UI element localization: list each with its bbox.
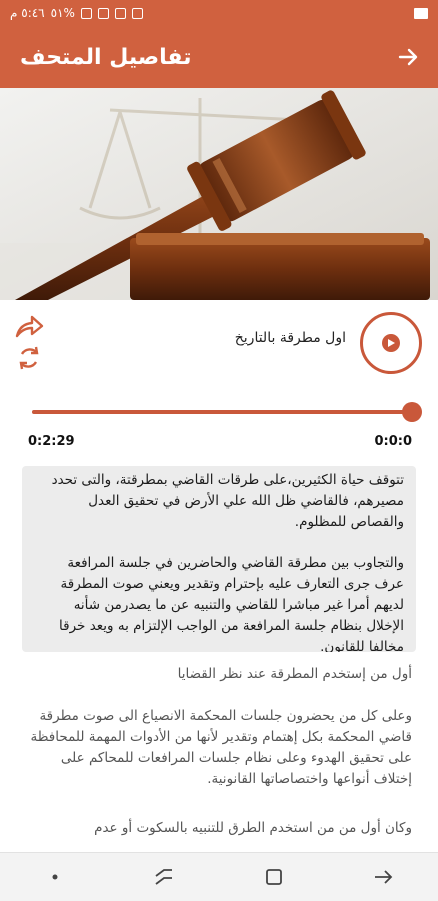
repeat-icon[interactable] bbox=[14, 344, 44, 372]
nav-dot-icon[interactable] bbox=[42, 864, 68, 890]
recent-apps-icon[interactable] bbox=[151, 864, 177, 890]
status-left: ٥:٤٦ م ٥١% bbox=[10, 6, 143, 20]
battery-icon bbox=[80, 7, 92, 19]
audio-player: اول مطرقة بالتاريخ 0:2:29 0:0:0 bbox=[0, 300, 438, 460]
back-arrow-icon[interactable] bbox=[396, 45, 420, 69]
progress-fill bbox=[32, 410, 412, 414]
play-icon bbox=[382, 334, 400, 352]
track-title: اول مطرقة بالتاريخ bbox=[234, 330, 346, 346]
section-heading: أول من إستخدم المطرقة عند نظر القضايا bbox=[177, 666, 412, 682]
gavel-image bbox=[0, 88, 438, 300]
progress-bar[interactable] bbox=[32, 402, 422, 422]
battery-label: ٥١% bbox=[50, 6, 75, 20]
notification-icon bbox=[131, 7, 143, 19]
hero-image bbox=[0, 88, 438, 300]
system-nav-bar bbox=[0, 852, 438, 901]
app-bar: تفاصيل المتحف bbox=[0, 26, 438, 88]
current-time: 0:0:0 bbox=[374, 434, 412, 449]
wifi-icon bbox=[114, 7, 126, 19]
play-button[interactable] bbox=[360, 312, 422, 374]
body-paragraph-3: وعلى كل من يحضرون جلسات المحكمة الانصياع… bbox=[30, 708, 413, 787]
signal-icon bbox=[97, 7, 109, 19]
description-paragraph-2: والتجاوب بين مطرقة القاضي والحاضرين في ج… bbox=[59, 555, 404, 652]
gallery-icon bbox=[414, 7, 428, 19]
description-box: تتوقف حياة الكثيرين،على طرقات القاضي بمط… bbox=[22, 466, 416, 652]
status-time: ٥:٤٦ م bbox=[10, 6, 45, 20]
share-icon[interactable] bbox=[14, 312, 44, 340]
status-bar: ٥:٤٦ م ٥١% bbox=[0, 0, 438, 26]
total-time: 0:2:29 bbox=[28, 434, 75, 449]
progress-thumb[interactable] bbox=[402, 402, 422, 422]
page-title: تفاصيل المتحف bbox=[20, 44, 192, 70]
description-paragraph-1: تتوقف حياة الكثيرين،على طرقات القاضي بمط… bbox=[51, 472, 404, 530]
home-icon[interactable] bbox=[261, 864, 287, 890]
back-icon[interactable] bbox=[370, 864, 396, 890]
body-paragraph-4: وكان أول من من استخدم الطرق للتنبيه بالس… bbox=[94, 820, 412, 836]
